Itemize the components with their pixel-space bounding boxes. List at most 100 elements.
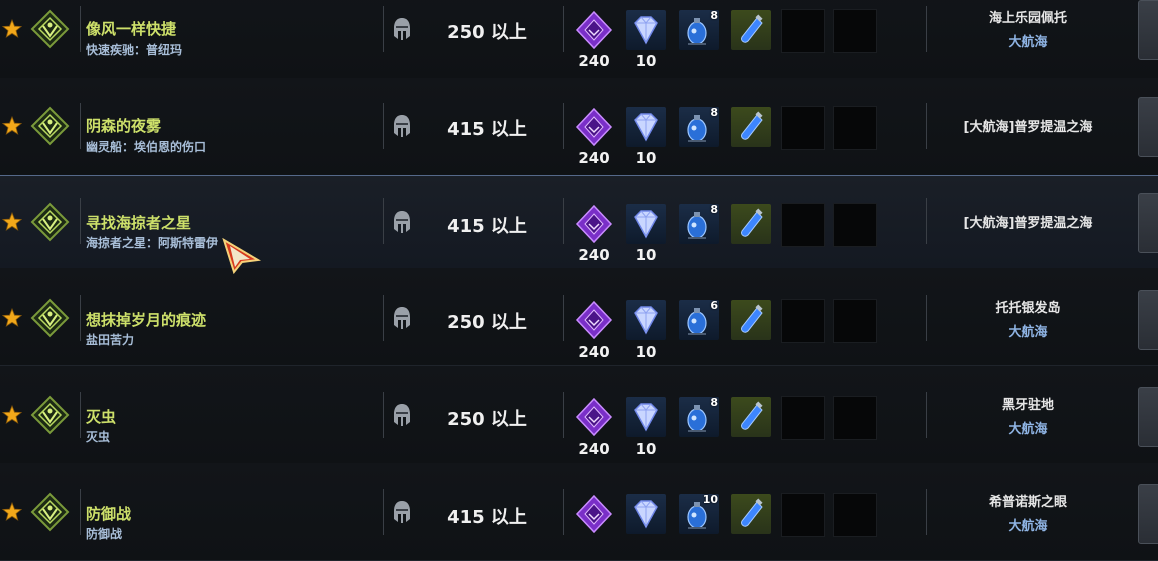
diamond-icon[interactable] [626,107,666,147]
level-requirement: 250 以上 [447,409,527,430]
empty-reward-slot [833,106,877,150]
purple-gem-icon[interactable] [574,204,614,244]
quest-emblem-icon [30,202,70,242]
quest-subtitle: 幽灵船：埃伯恩的伤口 [86,140,207,154]
purple-gem-icon[interactable] [574,10,614,50]
purple-gem-icon[interactable] [574,494,614,534]
quest-title: 想抹掉岁月的痕迹 [86,311,207,329]
quest-location: 黑牙驻地 [1001,398,1054,413]
blue-vial-icon[interactable] [731,204,771,244]
reward-count: 240 [578,149,610,167]
divider [926,103,927,149]
reward-count: 240 [578,246,610,264]
quest-location: 海上乐园佩托 [988,11,1067,26]
quest-emblem-icon [30,298,70,338]
diamond-icon[interactable] [626,204,666,244]
divider [926,6,927,52]
divider [563,489,564,535]
reward-count: 10 [635,149,657,167]
potion-quantity: 8 [710,9,718,22]
blue-vial-icon[interactable] [731,107,771,147]
diamond-icon[interactable] [626,300,666,340]
quest-action-button[interactable] [1138,97,1158,157]
star-icon[interactable] [2,502,22,522]
empty-reward-slot [833,203,877,247]
quest-action-button[interactable] [1138,193,1158,253]
blue-vial-icon[interactable] [731,300,771,340]
star-icon[interactable] [2,308,22,328]
quest-title: 防御战 [86,505,132,523]
divider [926,489,927,535]
helmet-icon [394,211,410,233]
reward-count: 10 [635,440,657,458]
quest-emblem-icon [30,9,70,49]
purple-gem-icon[interactable] [574,107,614,147]
quest-row[interactable]: 阴森的夜雾 幽灵船：埃伯恩的伤口 415 以上 240 10 8 [大航海]普罗… [0,78,1158,176]
divider [383,6,384,52]
star-icon[interactable] [2,19,22,39]
blue-potion-icon[interactable]: 6 [679,299,719,340]
star-icon[interactable] [2,116,22,136]
blue-potion-icon[interactable]: 8 [679,106,719,147]
reward-count: 240 [578,440,610,458]
purple-gem-icon[interactable] [574,300,614,340]
divider [383,103,384,149]
quest-title: 灭虫 [86,408,117,426]
quest-location: 托托银发岛 [995,301,1061,316]
cursor-icon [222,238,262,274]
divider [80,392,81,438]
blue-vial-icon[interactable] [731,10,771,50]
blue-vial-icon[interactable] [731,494,771,534]
helmet-icon [394,115,410,137]
quest-title: 像风一样快捷 [86,20,177,38]
divider [563,295,564,341]
quest-list: 像风一样快捷 快速疾驰：普纽玛 250 以上 240 10 8 海上乐园佩托 大… [0,0,1158,561]
empty-reward-slot [833,299,877,343]
quest-subtitle: 灭虫 [86,430,111,444]
quest-emblem-icon [30,492,70,532]
quest-row[interactable]: 防御战 防御战 415 以上 10 希普诺斯之眼 大航海 [0,463,1158,561]
empty-reward-slot [781,106,825,150]
empty-reward-slot [833,396,877,440]
divider [563,6,564,52]
quest-row[interactable]: 想抹掉岁月的痕迹 盐田苦力 250 以上 240 10 6 托托银发岛 大航海 [0,268,1158,366]
quest-row-selected[interactable]: 寻找海掠者之星 海掠者之星：阿斯特雷伊 415 以上 240 10 8 [大航海… [0,175,1158,269]
blue-potion-icon[interactable]: 10 [679,493,719,534]
blue-vial-icon[interactable] [731,397,771,437]
quest-emblem-icon [30,395,70,435]
helmet-icon [394,18,410,40]
quest-subtitle: 盐田苦力 [86,333,135,347]
quest-row[interactable]: 灭虫 灭虫 250 以上 240 10 8 黑牙驻地 大航海 [0,366,1158,464]
reward-count: 10 [635,52,657,70]
blue-potion-icon[interactable]: 8 [679,396,719,437]
diamond-icon[interactable] [626,494,666,534]
quest-action-button[interactable] [1138,387,1158,447]
potion-quantity: 8 [710,203,718,216]
quest-title: 阴森的夜雾 [86,117,162,135]
quest-location: [大航海]普罗提温之海 [963,120,1093,135]
quest-region: 大航海 [1008,519,1048,534]
quest-subtitle: 快速疾驰：普纽玛 [86,43,183,57]
quest-row[interactable]: 像风一样快捷 快速疾驰：普纽玛 250 以上 240 10 8 海上乐园佩托 大… [0,0,1158,79]
quest-emblem-icon [30,106,70,146]
empty-reward-slot [833,9,877,53]
empty-reward-slot [781,9,825,53]
divider [563,392,564,438]
reward-count: 10 [635,343,657,361]
quest-location: 希普诺斯之眼 [988,495,1067,510]
quest-action-button[interactable] [1138,290,1158,350]
star-icon[interactable] [2,405,22,425]
empty-reward-slot [781,396,825,440]
quest-action-button[interactable] [1138,484,1158,544]
purple-gem-icon[interactable] [574,397,614,437]
divider [383,198,384,244]
blue-potion-icon[interactable]: 8 [679,203,719,244]
diamond-icon[interactable] [626,10,666,50]
blue-potion-icon[interactable]: 8 [679,9,719,50]
quest-action-button[interactable] [1138,0,1158,60]
potion-quantity: 8 [710,106,718,119]
diamond-icon[interactable] [626,397,666,437]
level-requirement: 415 以上 [447,216,527,237]
star-icon[interactable] [2,212,22,232]
divider [383,489,384,535]
